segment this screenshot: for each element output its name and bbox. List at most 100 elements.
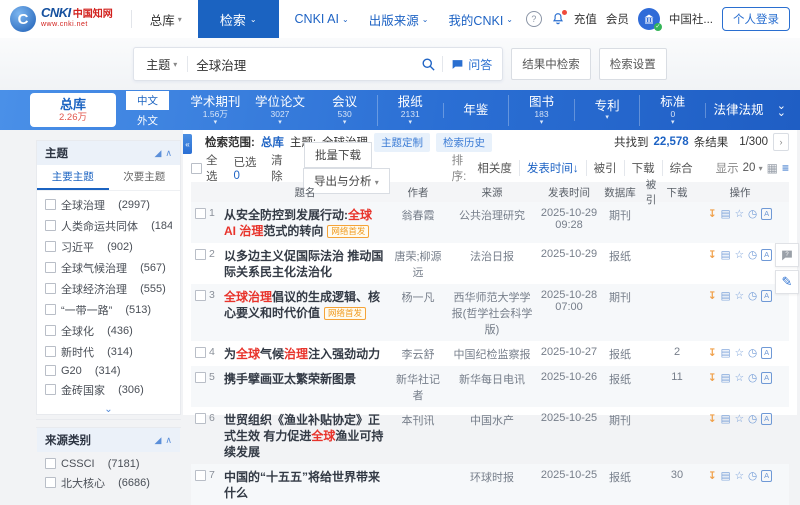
ai-read-icon[interactable]: A — [761, 470, 773, 482]
comment-icon[interactable]: ◷ — [748, 289, 757, 303]
ai-read-icon[interactable]: A — [761, 249, 773, 261]
checkbox[interactable] — [45, 325, 56, 336]
tab-secondary-subject[interactable]: 次要主题 — [109, 165, 181, 190]
download-icon[interactable]: ↧ — [708, 289, 717, 303]
result-title-link[interactable]: 中国的“十五五”将给世界带来什么 — [224, 470, 380, 500]
collapse-icon[interactable]: ∧ — [165, 435, 172, 446]
subject-filter-item[interactable]: “一带一路” (513) — [45, 299, 172, 320]
result-source[interactable]: 法治日报 — [447, 248, 537, 264]
favorite-icon[interactable]: ☆ — [735, 371, 744, 385]
result-title-link[interactable]: 携手擘画亚太繁荣新图景 — [224, 372, 356, 386]
result-authors[interactable]: 李云舒 — [389, 346, 447, 362]
download-icon[interactable]: ↧ — [708, 371, 717, 385]
member-link[interactable]: 会员 — [606, 11, 629, 27]
tab-zongku-active[interactable]: 总库 2.26万 — [30, 93, 116, 127]
html-read-icon[interactable]: ▤ — [721, 412, 731, 426]
subject-filter-item[interactable]: 金砖国家 (306) — [45, 379, 172, 400]
nav-cnki-ai[interactable]: CNKI AI ⌄ — [295, 12, 349, 26]
tab-law[interactable]: 法律法规 — [705, 102, 771, 118]
favorite-icon[interactable]: ☆ — [735, 289, 744, 303]
download-icon[interactable]: ↧ — [708, 207, 717, 221]
tab-journal[interactable]: 学术期刊 1.56万 ▾ — [183, 95, 248, 126]
result-title-link[interactable]: 世贸组织《渔业补贴协定》正式生效 有力促进全球渔业可持续发展 — [224, 413, 383, 459]
result-source[interactable]: 西华师范大学学报(哲学社会科学版) — [447, 289, 537, 337]
search-field-select[interactable]: 主题 ▾ — [142, 56, 181, 73]
ai-read-icon[interactable]: A — [761, 347, 773, 359]
batch-download-button[interactable]: 批量下载 — [304, 142, 373, 168]
clear-selection-button[interactable]: 清除 — [271, 152, 292, 184]
comment-icon[interactable]: ◷ — [748, 207, 757, 221]
page-size-select[interactable]: 20 ▾ — [743, 162, 763, 174]
checkbox[interactable] — [45, 304, 56, 315]
search-settings-button[interactable]: 检索设置 — [598, 48, 667, 80]
scope-value[interactable]: 总库 — [261, 134, 284, 150]
collapse-icon[interactable]: ∧ — [165, 148, 172, 159]
select-all-checkbox[interactable] — [191, 162, 202, 174]
checkbox[interactable] — [45, 199, 56, 210]
tab-newspaper[interactable]: 报纸 2131 ▾ — [376, 94, 443, 126]
comment-icon[interactable]: ◷ — [748, 469, 757, 483]
favorite-icon[interactable]: ☆ — [735, 248, 744, 262]
download-icon[interactable]: ↧ — [708, 346, 717, 360]
html-read-icon[interactable]: ▤ — [721, 248, 731, 262]
result-source[interactable]: 新华每日电讯 — [447, 371, 537, 387]
html-read-icon[interactable]: ▤ — [721, 207, 731, 221]
tab-primary-subject[interactable]: 主要主题 — [37, 165, 109, 190]
subject-filter-item[interactable]: 新时代 (314) — [45, 341, 172, 362]
result-authors[interactable]: 杨一凡 — [389, 289, 447, 305]
next-page-button[interactable]: › — [773, 133, 789, 151]
search-input[interactable] — [194, 56, 416, 72]
tab-yearbook[interactable]: 年鉴 — [442, 102, 509, 118]
checkbox[interactable] — [45, 458, 56, 469]
row-checkbox[interactable] — [195, 346, 206, 358]
subject-filter-item[interactable]: G20 (314) — [45, 362, 172, 379]
comment-icon[interactable]: ◷ — [748, 248, 757, 262]
nav-zongku[interactable]: 总库 ▾ — [150, 10, 182, 29]
result-title-link[interactable]: 为全球气候治理注入强劲动力 — [224, 347, 380, 361]
checkbox[interactable] — [45, 262, 56, 273]
favorite-icon[interactable]: ☆ — [735, 346, 744, 360]
search-in-results-button[interactable]: 结果中检索 — [511, 48, 591, 80]
subject-filter-item[interactable]: 习近平 (902) — [45, 236, 172, 257]
subject-filter-item[interactable]: 全球经济治理 (555) — [45, 278, 172, 299]
recharge-link[interactable]: 充值 — [574, 11, 597, 27]
qa-button[interactable]: 问答 — [449, 56, 494, 73]
checkbox[interactable] — [45, 346, 56, 357]
checkbox[interactable] — [45, 384, 56, 395]
download-icon[interactable]: ↧ — [708, 469, 717, 483]
personal-login-button[interactable]: 个人登录 — [722, 7, 790, 31]
lang-foreign[interactable]: 外文 — [126, 111, 169, 130]
tab-book[interactable]: 图书 183 ▾ — [508, 94, 574, 126]
sort-pubdate[interactable]: 发表时间↓ — [520, 160, 587, 176]
checkbox[interactable] — [45, 241, 56, 252]
row-checkbox[interactable] — [195, 289, 206, 301]
ai-read-icon[interactable]: A — [761, 208, 773, 220]
html-read-icon[interactable]: ▤ — [721, 469, 731, 483]
tab-conference[interactable]: 会议 530 ▾ — [312, 95, 377, 126]
ai-read-icon[interactable]: A — [761, 290, 773, 302]
download-icon[interactable]: ↧ — [708, 412, 717, 426]
checkbox[interactable] — [45, 283, 56, 294]
html-read-icon[interactable]: ▤ — [721, 289, 731, 303]
checkbox[interactable] — [45, 220, 56, 231]
institution-name[interactable]: 中国社... — [669, 11, 713, 27]
subject-filter-item[interactable]: 全球化 (436) — [45, 320, 172, 341]
row-checkbox[interactable] — [195, 207, 206, 219]
more-databases-icon[interactable]: ⌄ ⌄ — [777, 101, 786, 119]
help-icon[interactable]: ? — [525, 11, 542, 27]
search-history-chip[interactable]: 检索历史 — [436, 132, 493, 152]
sort-cited[interactable]: 被引 — [587, 160, 625, 176]
html-read-icon[interactable]: ▤ — [721, 346, 731, 360]
subject-filter-item[interactable]: 人类命运共同体 (1847) — [45, 215, 172, 236]
comment-icon[interactable]: ◷ — [748, 371, 757, 385]
row-checkbox[interactable] — [195, 412, 206, 424]
nav-publish-source[interactable]: 出版来源 ⌄ — [369, 10, 429, 29]
html-read-icon[interactable]: ▤ — [721, 371, 731, 385]
result-title-link[interactable]: 以多边主义促国际法治 推动国际关系民主化法治化 — [224, 249, 383, 279]
result-source[interactable]: 中国水产 — [447, 412, 537, 428]
ai-read-icon[interactable]: A — [761, 372, 773, 384]
subject-filter-item[interactable]: 全球气候治理 (567) — [45, 257, 172, 278]
nav-tab-search[interactable]: 检索 ⌄ — [197, 0, 279, 38]
row-checkbox[interactable] — [195, 469, 206, 481]
tab-standard[interactable]: 标准 0 ▾ — [639, 94, 705, 126]
